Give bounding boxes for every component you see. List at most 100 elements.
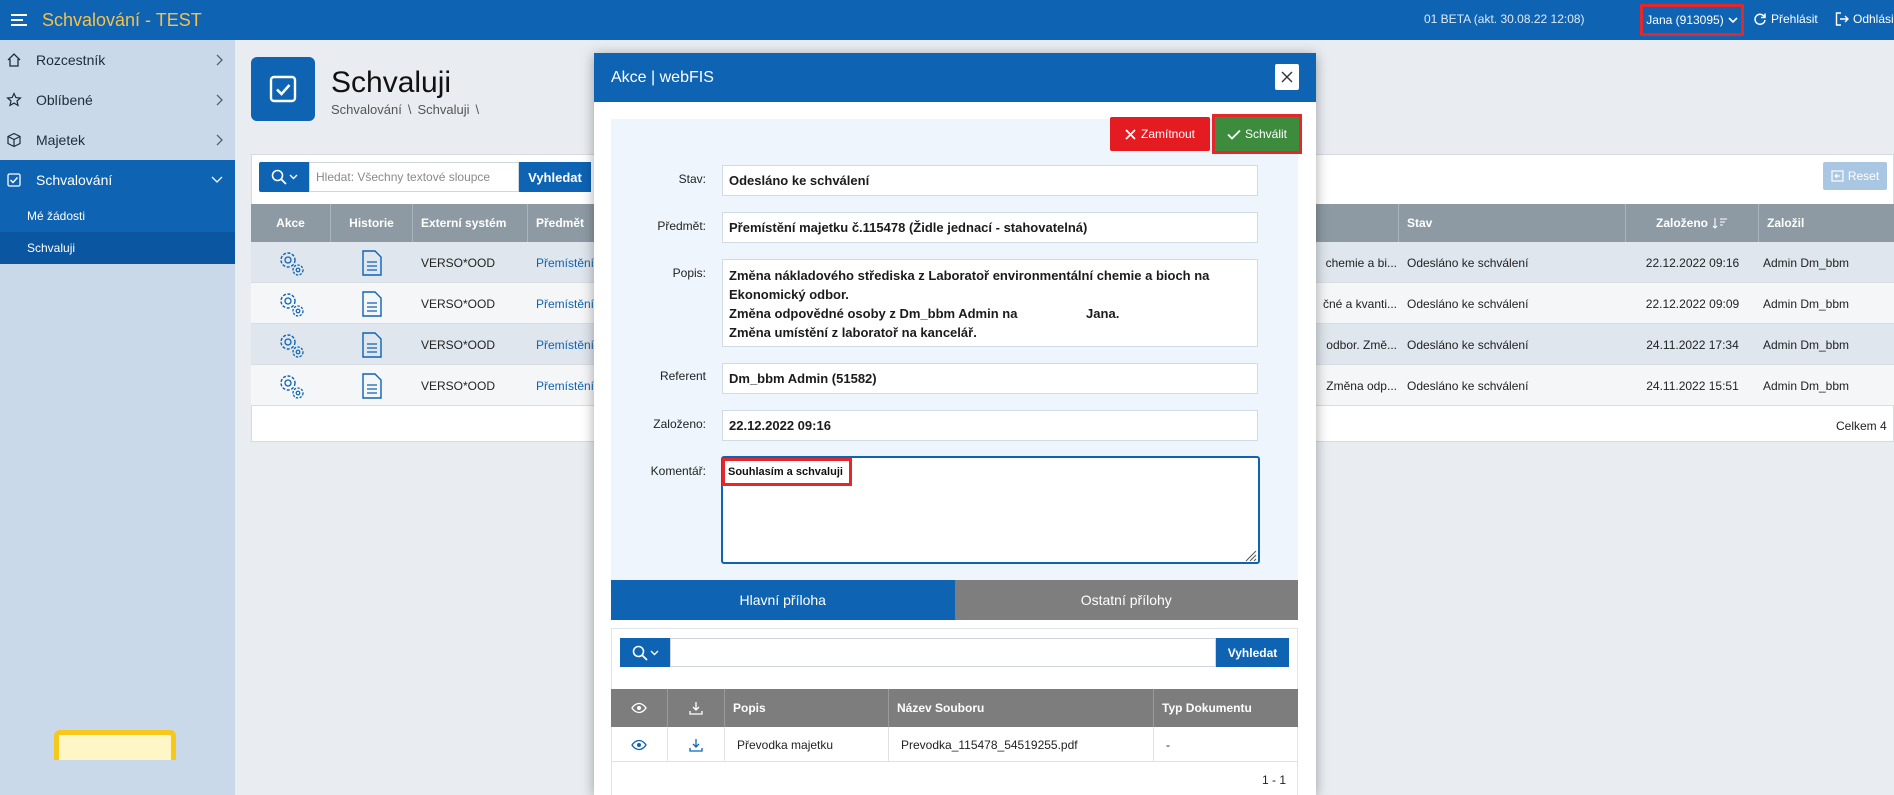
cell-zalozil: Admin Dm_bbm: [1763, 296, 1850, 311]
dialog-title: Akce | webFIS: [611, 68, 714, 86]
chevron-right-icon: [215, 94, 223, 106]
reset-label: Reset: [1847, 169, 1880, 183]
version-label: 01 BETA (akt. 30.08.22 12:08): [1424, 12, 1585, 26]
search-icon: [632, 645, 648, 661]
column-header-akce[interactable]: Akce: [251, 204, 331, 242]
popis-line: Změna odpovědné osoby z Dm_bbm Admin na …: [729, 306, 1120, 321]
cell-nazev-souboru: Prevodka_115478_54519255.pdf: [889, 727, 1154, 762]
check-icon: [1227, 129, 1241, 140]
hamburger-menu-icon[interactable]: [0, 0, 38, 40]
breadcrumb: Schvalování \ Schvaluji \: [331, 102, 479, 117]
cell-predmet-link[interactable]: Přemístění: [536, 365, 594, 406]
eye-icon: [611, 689, 668, 727]
cell-zalozeno: 24.11.2022 15:51: [1646, 378, 1739, 393]
reject-button[interactable]: Zamítnout: [1110, 117, 1210, 151]
field-label-stav: Stav:: [678, 172, 706, 186]
cell-predmet-link[interactable]: Přemístění: [536, 242, 594, 283]
gear-icon[interactable]: [251, 365, 331, 406]
logout-link[interactable]: Odhlási: [1835, 12, 1894, 26]
sidebar-item-label: Schvalování: [36, 172, 113, 188]
user-menu-button[interactable]: Jana (913095): [1640, 4, 1744, 36]
approve-button[interactable]: Schválit: [1215, 117, 1299, 151]
field-label-komentar: Komentář:: [650, 464, 706, 478]
star-icon: [6, 92, 22, 108]
chevron-down-icon: [211, 176, 223, 184]
breadcrumb-item[interactable]: Schvalování: [331, 102, 402, 117]
sidebar-item-label: Majetek: [36, 132, 86, 148]
cell-popis: Převodka majetku: [725, 727, 889, 762]
cell-externi-system: VERSO*OOD: [421, 378, 496, 393]
dialog-header: Akce | webFIS: [594, 53, 1316, 102]
column-header-stav[interactable]: Stav: [1399, 204, 1626, 242]
search-button[interactable]: Vyhledat: [519, 162, 591, 192]
breadcrumb-item[interactable]: Schvaluji: [417, 102, 469, 117]
field-label-popis: Popis:: [672, 266, 706, 280]
sort-desc-icon: [1712, 217, 1728, 229]
document-icon[interactable]: [331, 242, 413, 283]
sidebar-item-schvalovani[interactable]: Schvalování: [0, 160, 235, 200]
column-header-nazev-souboru[interactable]: Název Souboru: [889, 689, 1154, 727]
user-name: Jana (913095): [1646, 13, 1724, 27]
view-eye-icon[interactable]: [611, 727, 668, 762]
checkbox-icon: [6, 172, 22, 188]
reset-button[interactable]: Reset: [1823, 162, 1887, 190]
relogin-label: Přehlásit: [1771, 12, 1818, 26]
cell-externi-system: VERSO*OOD: [421, 296, 496, 311]
total-count: Celkem 4: [1836, 419, 1887, 433]
document-icon[interactable]: [331, 324, 413, 365]
approve-label: Schválit: [1244, 127, 1288, 141]
cell-predmet-link[interactable]: Přemístění: [536, 283, 594, 324]
column-header-popis[interactable]: Popis: [725, 689, 889, 727]
resize-handle-icon[interactable]: [1243, 548, 1257, 562]
search-input[interactable]: Hledat: Všechny textové sloupce: [309, 162, 519, 192]
home-icon: [6, 52, 22, 68]
gear-icon[interactable]: [251, 242, 331, 283]
gear-icon[interactable]: [251, 283, 331, 324]
gear-icon[interactable]: [251, 324, 331, 365]
tab-ostatni-prilohy[interactable]: Ostatní přílohy: [954, 580, 1298, 620]
field-label-zalozeno: Založeno:: [653, 417, 706, 431]
attachment-search-column-button[interactable]: [620, 638, 670, 667]
close-icon: [1125, 128, 1136, 140]
app-title[interactable]: Schvalování - TEST: [42, 10, 202, 31]
cell-zalozil: Admin Dm_bbm: [1763, 378, 1850, 393]
sidebar-item-label: Oblíbené: [36, 92, 93, 108]
search-column-button[interactable]: [259, 162, 309, 192]
download-icon[interactable]: [668, 727, 725, 762]
cell-popis: odbor. Změ...: [1326, 337, 1397, 352]
cell-zalozeno: 24.11.2022 17:34: [1646, 337, 1739, 352]
column-header-zalozil[interactable]: Založil: [1759, 204, 1894, 242]
cell-predmet-link[interactable]: Přemístění: [536, 324, 594, 365]
sidebar-item-oblibene[interactable]: Oblíbené: [0, 80, 235, 120]
sidebar-subitem-me-zadosti[interactable]: Mé žádosti: [0, 200, 235, 232]
comment-text[interactable]: Souhlasím a schvaluji: [722, 458, 852, 486]
relogin-link[interactable]: Přehlásit: [1753, 12, 1818, 26]
attachment-row: Převodka majetku Prevodka_115478_5451925…: [611, 727, 1298, 762]
cell-popis: chemie a bi...: [1325, 255, 1397, 270]
column-header-externi-system[interactable]: Externí systém: [413, 204, 528, 242]
sidebar-item-majetek[interactable]: Majetek: [0, 120, 235, 160]
document-icon[interactable]: [331, 365, 413, 406]
column-header-historie[interactable]: Historie: [331, 204, 413, 242]
cell-zalozil: Admin Dm_bbm: [1763, 337, 1850, 352]
sidebar-item-rozcestnik[interactable]: Rozcestník: [0, 40, 235, 80]
tab-hlavni-priloha[interactable]: Hlavní příloha: [611, 580, 955, 620]
column-header-typ-dokumentu[interactable]: Typ Dokumentu: [1154, 689, 1298, 727]
breadcrumb-separator: \: [475, 102, 480, 117]
attachment-search-input[interactable]: [670, 638, 1216, 667]
attachment-search-button[interactable]: Vyhledat: [1216, 638, 1289, 667]
cell-zalozil: Admin Dm_bbm: [1763, 255, 1850, 270]
sidebar-subitem-schvaluji[interactable]: Schvaluji: [0, 232, 235, 264]
download-icon: [668, 689, 725, 727]
cell-externi-system: VERSO*OOD: [421, 255, 496, 270]
logout-label: Odhlási: [1853, 12, 1894, 26]
logo-graphic: [54, 730, 176, 760]
cell-stav: Odesláno ke schválení: [1407, 296, 1529, 311]
cell-popis: Změna odp...: [1326, 378, 1397, 393]
sidebar: Rozcestník Oblíbené Majetek Schvalování …: [0, 40, 235, 795]
popis-line: Změna nákladového střediska z Laboratoř …: [729, 268, 1210, 283]
document-icon[interactable]: [331, 283, 413, 324]
close-button[interactable]: [1275, 64, 1299, 90]
popis-line: Ekonomický odbor.: [729, 287, 849, 302]
column-header-zalozeno[interactable]: Založeno: [1626, 204, 1759, 242]
